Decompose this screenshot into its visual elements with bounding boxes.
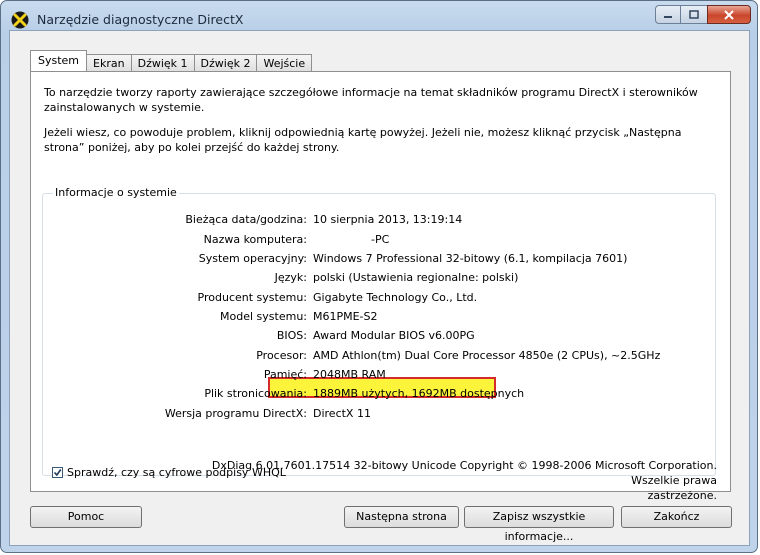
info-row-computer-name: Nazwa komputera: -PC [43,232,715,248]
tab-dzwiek-1[interactable]: Dźwięk 1 [130,54,195,71]
info-label: Bieżąca data/godzina: [185,213,307,226]
info-label: System operacyjny: [198,252,307,265]
info-label: Producent systemu: [197,291,307,304]
tab-ekran[interactable]: Ekran [86,54,132,71]
info-row-memory: Pamięć: 2048MB RAM [43,367,715,383]
maximize-icon [689,10,699,19]
minimize-button[interactable] [655,5,681,24]
client-area: System Ekran Dźwięk 1 Dźwięk 2 Wejście T… [9,30,750,546]
exit-button[interactable]: Zakończ [621,506,732,528]
system-tab-panel: To narzędzie tworzy raporty zawierające … [30,71,731,492]
dxdiag-window: Narzędzie diagnostyczne DirectX System E… [0,0,758,553]
info-label: BIOS: [276,329,307,342]
info-value-wrap: -PC [313,232,389,248]
info-value: M61PME-S2 [313,310,378,323]
close-icon [724,9,734,20]
maximize-button[interactable] [681,5,707,24]
info-label: Nazwa komputera: [203,233,307,246]
tab-system[interactable]: System [30,50,88,71]
save-all-info-button[interactable]: Zapisz wszystkie informacje... [464,506,614,543]
redacted-block [313,233,371,247]
info-value: 1889MB użytych, 1692MB dostępnych [313,387,525,400]
window-controls [655,5,751,25]
info-value: -PC [371,233,390,246]
info-row-processor: Procesor: AMD Athlon(tm) Dual Core Proce… [43,348,715,364]
info-label: Pamięć: [263,368,307,381]
info-value: Gigabyte Technology Co., Ltd. [313,291,478,304]
info-row-bios: BIOS: Award Modular BIOS v6.00PG [43,328,715,344]
info-label: Język: [274,271,307,284]
info-label: Wersja programu DirectX: [164,407,307,420]
info-label: Model systemu: [220,310,307,323]
intro-help-text: Jeżeli wiesz, co powoduje problem, klikn… [44,126,682,154]
info-value: 10 sierpnia 2013, 13:19:14 [313,213,463,226]
info-row-language: Język: polski (Ustawienia regionalne: po… [43,270,715,286]
info-label: Plik stronicowania: [204,387,307,400]
whql-checkbox[interactable] [52,466,63,478]
info-value: Windows 7 Professional 32-bitowy (6.1, k… [313,252,628,265]
help-button[interactable]: Pomoc [30,506,142,528]
next-page-button[interactable]: Następna strona [344,506,459,528]
info-value: AMD Athlon(tm) Dual Core Processor 4850e… [313,349,661,362]
copyright-line-1: DxDiag 6.01.7601.17514 32-bitowy Unicode… [211,459,717,487]
info-row-datetime: Bieżąca data/godzina: 10 sierpnia 2013, … [43,212,715,228]
info-row-os: System operacyjny: Windows 7 Professiona… [43,251,715,267]
minimize-icon [664,15,672,18]
info-value: polski (Ustawienia regionalne: polski) [313,271,519,284]
copyright-footer: DxDiag 6.01.7601.17514 32-bitowy Unicode… [195,458,717,503]
info-value: DirectX 11 [313,407,371,420]
info-row-manufacturer: Producent systemu: Gigabyte Technology C… [43,290,715,306]
info-row-directx-version: Wersja programu DirectX: DirectX 11 [43,406,715,422]
tab-dzwiek-2[interactable]: Dźwięk 2 [193,54,258,71]
info-value: Award Modular BIOS v6.00PG [313,329,475,342]
info-row-model: Model systemu: M61PME-S2 [43,309,715,325]
info-row-pagefile: Plik stronicowania: 1889MB użytych, 1692… [43,386,715,402]
tab-strip: System Ekran Dźwięk 1 Dźwięk 2 Wejście [30,50,313,71]
info-label: Procesor: [256,349,307,362]
window-title: Narzędzie diagnostyczne DirectX [37,12,244,27]
system-info-group: Informacje o systemie Bieżąca data/godzi… [42,186,716,476]
close-button[interactable] [707,5,751,24]
copyright-line-2: zastrzeżone. [647,489,717,502]
directx-icon [11,11,29,29]
info-value: 2048MB RAM [313,368,386,381]
checkmark-icon [53,468,62,476]
system-info-group-title: Informacje o systemie [53,186,179,199]
intro-text: To narzędzie tworzy raporty zawierające … [44,86,698,114]
tab-wejscie[interactable]: Wejście [256,54,313,71]
